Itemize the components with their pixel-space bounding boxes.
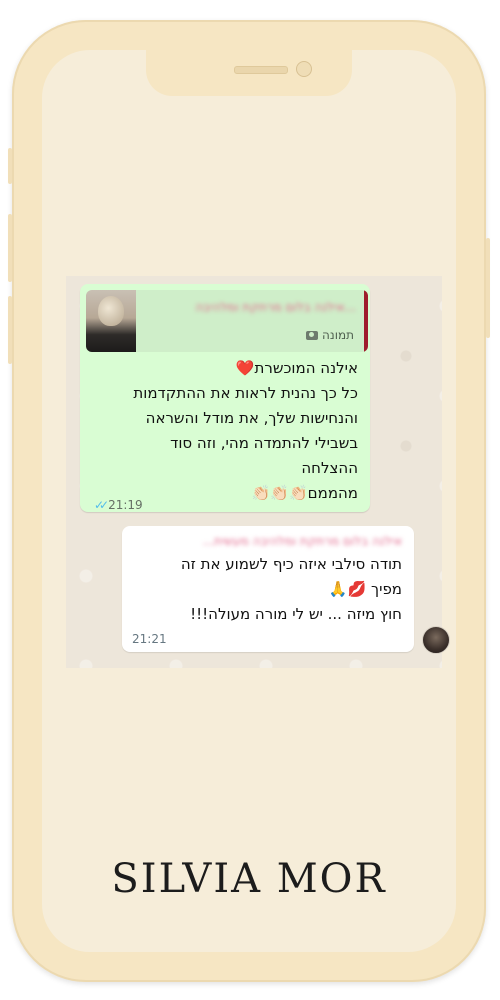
outgoing-message: אילנה בלום מרתקת ומלהיבה... תמונה אילנה … xyxy=(80,284,370,512)
quoted-type-label: תמונה xyxy=(322,328,354,342)
quoted-message[interactable]: אילנה בלום מרתקת ומלהיבה... תמונה xyxy=(86,290,368,352)
power-button xyxy=(486,238,490,338)
volume-down-button xyxy=(8,296,12,364)
message-line: חוץ מיזה ... יש לי מורה מעולה!!! xyxy=(190,605,402,623)
message-line: והנחישות שלך, את מודל והשראה xyxy=(145,409,358,427)
volume-up-button xyxy=(8,214,12,282)
speaker-grille xyxy=(234,66,288,74)
quoted-sender-name: אילנה בלום מרתקת ומלהיבה... xyxy=(195,300,356,314)
outgoing-message-time: 21:19 xyxy=(108,498,143,512)
front-camera xyxy=(296,61,312,77)
quoted-type: תמונה xyxy=(306,328,354,342)
message-line: מפיך 💋🙏 xyxy=(328,580,402,598)
message-line: ההצלחה xyxy=(301,459,358,477)
incoming-message-text: תודה סילבי איזה כיף לשמוע את זה מפיך 💋🙏 … xyxy=(130,552,402,627)
double-check-icon: ✓✓ xyxy=(94,498,109,512)
incoming-sender-name: אילנה בלום מרתקת ומלהיבה מעשית... xyxy=(202,534,402,548)
brand-logo: SILVIA MOR xyxy=(111,856,387,902)
phone-notch xyxy=(146,50,352,96)
incoming-message: אילנה בלום מרתקת ומלהיבה מעשית... תודה ס… xyxy=(122,526,414,652)
outgoing-message-meta: ✓✓ 21:19 xyxy=(94,498,143,512)
camera-icon xyxy=(306,330,319,340)
incoming-message-time: 21:21 xyxy=(132,632,167,646)
message-line: בשבילי להתמדה מהי, וזה סוד xyxy=(170,434,358,452)
quoted-photo-thumbnail xyxy=(86,290,136,352)
quote-accent-bar xyxy=(364,290,368,352)
phone-screen: אילנה בלום מרתקת ומלהיבה... תמונה אילנה … xyxy=(42,50,456,952)
phone-frame: אילנה בלום מרתקת ומלהיבה... תמונה אילנה … xyxy=(8,20,490,982)
message-line: אילנה המוכשרת❤️ xyxy=(235,359,358,377)
photo-subject xyxy=(98,296,124,326)
message-line: תודה סילבי איזה כיף לשמוע את זה xyxy=(180,555,402,573)
message-line: כל כך נהנית לראות את ההתקדמות xyxy=(133,384,358,402)
chat-screenshot: אילנה בלום מרתקת ומלהיבה... תמונה אילנה … xyxy=(66,276,450,668)
side-button xyxy=(8,148,12,184)
outgoing-message-text: אילנה המוכשרת❤️ כל כך נהנית לראות את ההת… xyxy=(90,356,358,506)
sender-avatar[interactable] xyxy=(422,626,450,654)
